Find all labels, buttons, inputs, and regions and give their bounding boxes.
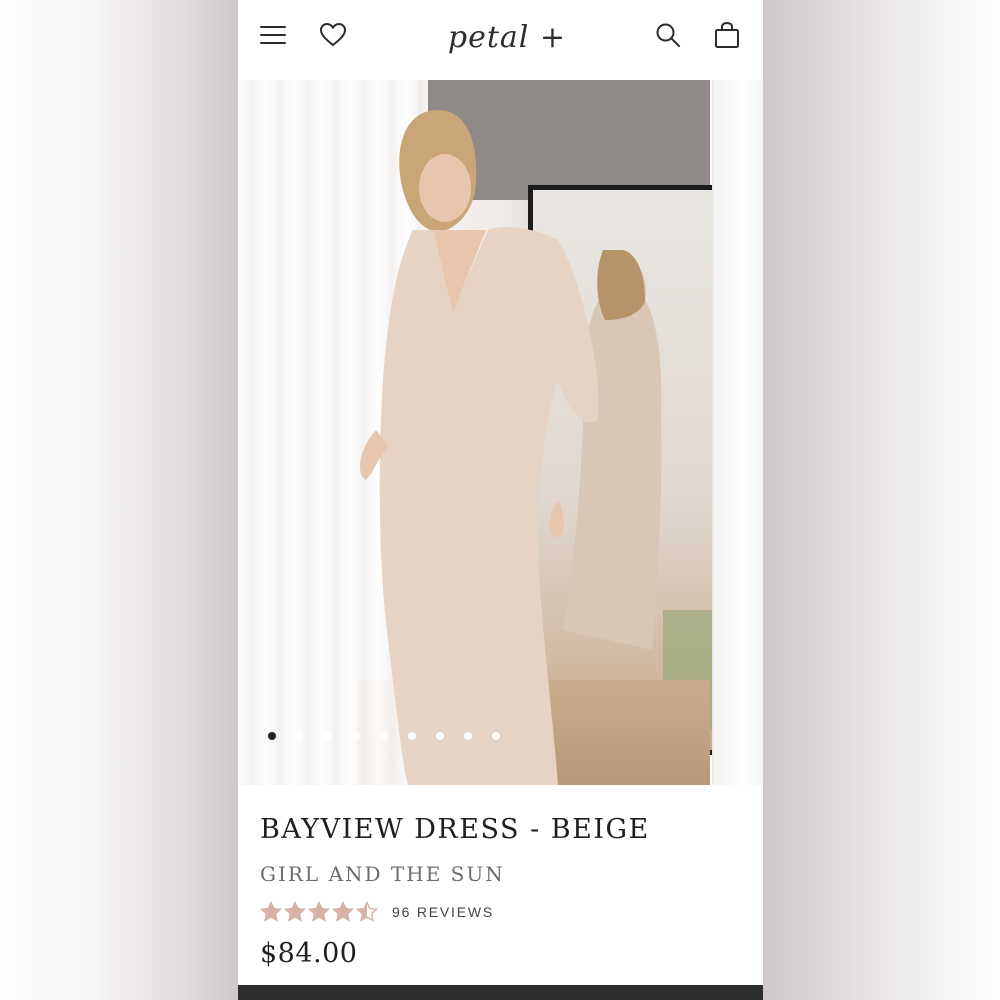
model-figure <box>360 110 599 785</box>
star-icon <box>260 901 282 922</box>
product-price: $84.00 <box>260 938 358 969</box>
rating-stars <box>260 901 378 923</box>
site-header: petal + pup <box>238 0 763 111</box>
gallery-dot[interactable] <box>380 732 388 740</box>
product-photo[interactable] <box>238 80 715 785</box>
gallery-pagination <box>268 730 500 742</box>
next-slide-preview[interactable] <box>712 80 763 785</box>
gallery-dot[interactable] <box>464 732 472 740</box>
product-rating[interactable]: 96 REVIEWS <box>260 897 494 927</box>
star-icon <box>332 901 354 922</box>
reviews-link[interactable]: 96 REVIEWS <box>392 904 494 920</box>
product-image-gallery[interactable] <box>238 80 763 785</box>
brand-logo[interactable]: petal + pup <box>418 10 596 111</box>
product-brand[interactable]: GIRL AND THE SUN <box>260 862 505 886</box>
gallery-dot[interactable] <box>324 732 332 740</box>
menu-icon[interactable] <box>256 18 290 52</box>
phone-screen: petal + pup <box>238 0 763 1000</box>
backdrop-right <box>763 0 1000 1000</box>
star-icon <box>356 901 378 922</box>
gallery-dot[interactable] <box>352 732 360 740</box>
gallery-dot[interactable] <box>296 732 304 740</box>
backdrop-left <box>0 0 238 1000</box>
gallery-dot[interactable] <box>268 732 276 740</box>
add-to-cart-bar[interactable] <box>238 985 763 1000</box>
star-icon <box>308 901 330 922</box>
product-title: BAYVIEW DRESS - BEIGE <box>260 814 650 845</box>
gallery-dot[interactable] <box>408 732 416 740</box>
search-icon[interactable] <box>651 18 685 52</box>
gallery-dot[interactable] <box>436 732 444 740</box>
gallery-dot[interactable] <box>492 732 500 740</box>
bag-icon[interactable] <box>710 18 744 52</box>
star-icon <box>284 901 306 922</box>
heart-icon[interactable] <box>316 18 350 52</box>
